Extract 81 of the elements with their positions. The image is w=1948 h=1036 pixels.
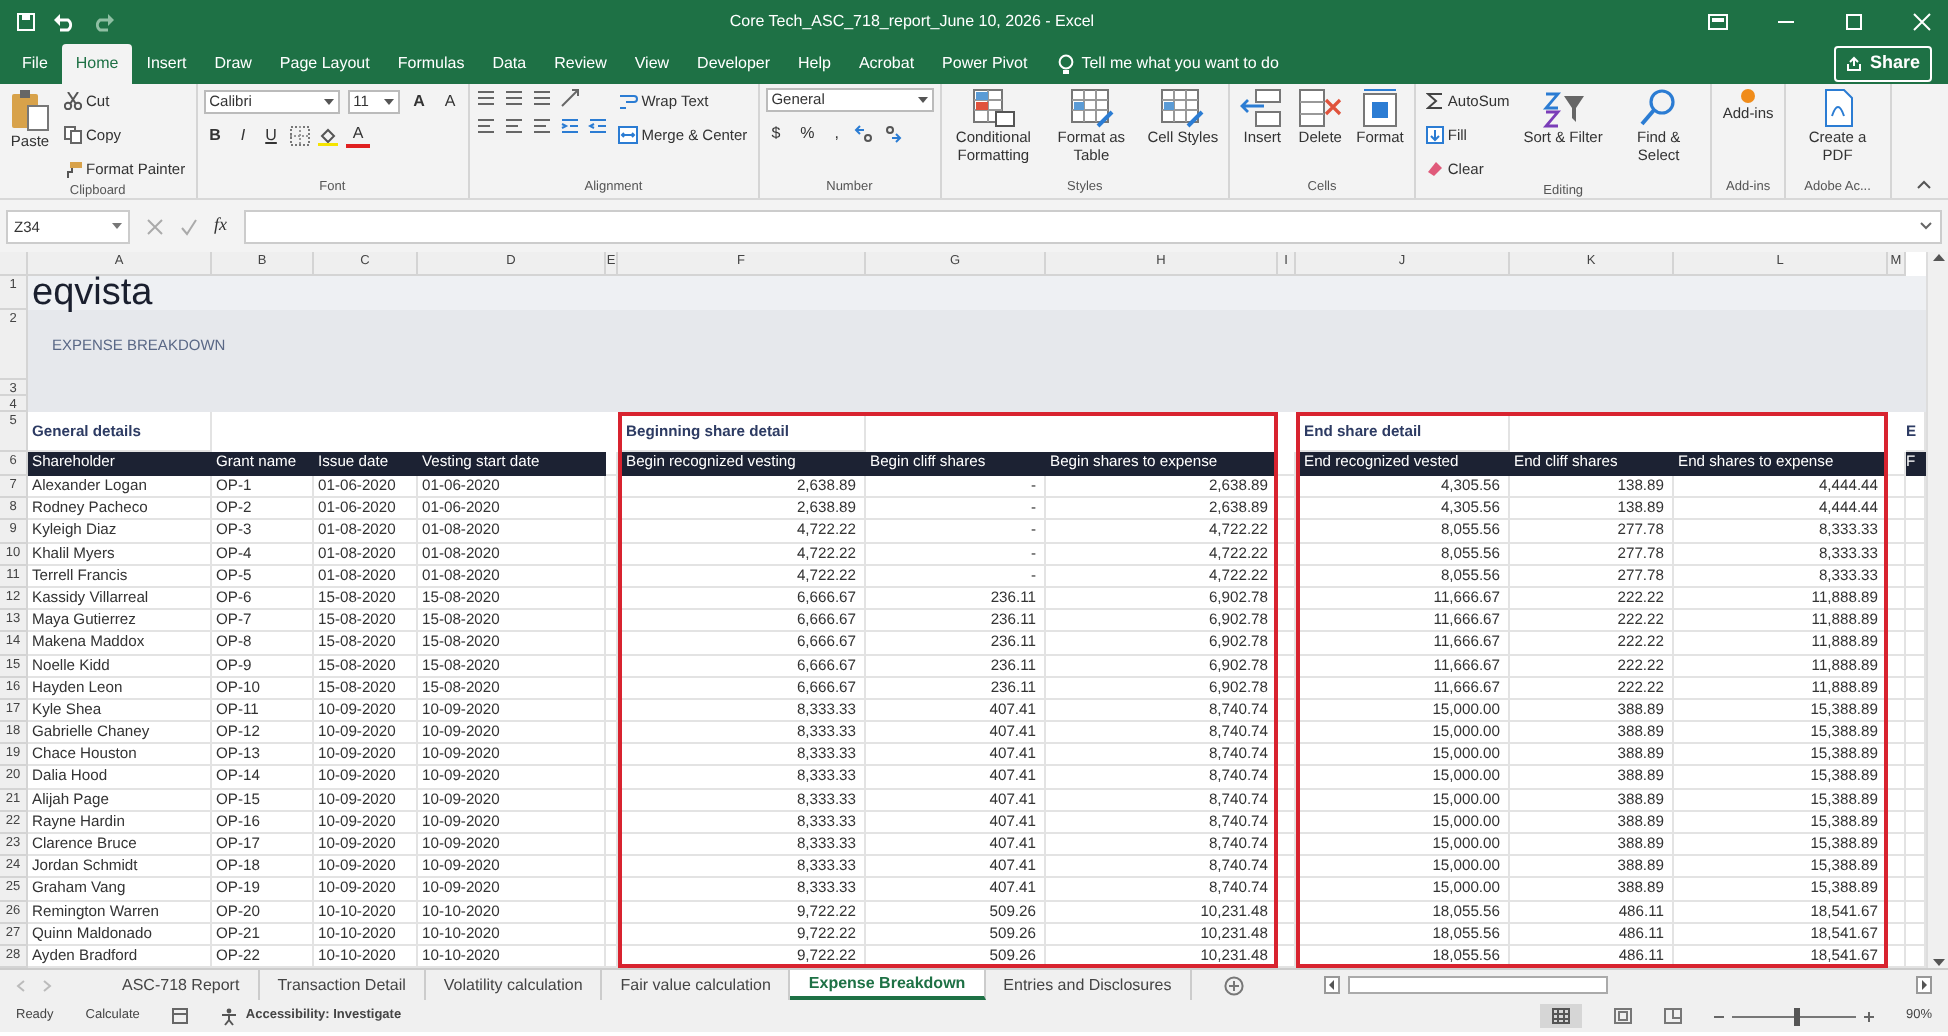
menu-tab[interactable]: Draw [200, 44, 266, 84]
sheet-tab[interactable]: Expense Breakdown [790, 970, 986, 1001]
align-icon[interactable] [503, 88, 524, 108]
insert-function-button[interactable]: fx [214, 212, 227, 240]
maximize-icon[interactable] [1844, 12, 1864, 32]
bold-button[interactable]: B [203, 122, 227, 148]
expand-icon[interactable] [1920, 222, 1932, 230]
zoom-in-icon[interactable] [1863, 1011, 1874, 1022]
menu-tab[interactable]: Data [478, 44, 541, 84]
check-icon[interactable] [180, 217, 198, 235]
dropdown-arrow-icon[interactable] [917, 96, 928, 104]
menu-tab[interactable]: Review [540, 44, 621, 84]
menu-tab[interactable]: View [620, 44, 684, 84]
normal-view-icon[interactable] [1551, 1008, 1570, 1025]
share-button[interactable]: Share [1833, 46, 1932, 82]
lightbulb-icon [1057, 53, 1074, 75]
indent-icon[interactable] [559, 116, 580, 136]
undo-icon[interactable] [52, 12, 76, 32]
menu-tab[interactable]: Insert [132, 44, 201, 84]
tell-me-field[interactable]: Tell me what you want to do [1081, 52, 1279, 76]
currency-button[interactable]: $ [765, 120, 787, 146]
decrease-decimal-icon[interactable] [881, 123, 901, 143]
underline-button[interactable]: U [259, 122, 283, 148]
increase-font-button[interactable]: A [407, 88, 431, 114]
vertical-scrollbar[interactable] [1926, 252, 1948, 969]
macro-icon[interactable] [171, 1008, 188, 1025]
redo-icon[interactable] [92, 12, 116, 32]
menu-tab[interactable]: Home [61, 44, 133, 84]
increase-decimal-icon[interactable] [853, 123, 873, 143]
sigma-icon [1425, 92, 1444, 110]
zoom-slider[interactable] [1793, 1007, 1800, 1026]
fill-down-icon [1425, 126, 1444, 144]
copy-icon [64, 126, 82, 144]
window-title: Core Tech_ASC_718_report_June 10, 2026 - Excel [729, 12, 1095, 30]
menu-tab[interactable]: Power Pivot [928, 44, 1042, 84]
scroll-right-icon[interactable] [1916, 976, 1932, 995]
menu-tab[interactable]: File [8, 44, 62, 84]
page-break-icon[interactable] [1663, 1008, 1682, 1025]
zoom-out-icon[interactable] [1713, 1011, 1724, 1022]
sort-filter-icon [1541, 88, 1586, 128]
align-icon[interactable] [475, 116, 496, 136]
dropdown-arrow-icon[interactable] [112, 222, 122, 230]
menu-tab[interactable]: Formulas [383, 44, 479, 84]
borders-icon[interactable] [290, 125, 311, 145]
brush-icon [64, 160, 82, 178]
decrease-font-button[interactable]: A [438, 88, 462, 114]
ribbon-display-icon[interactable] [1708, 14, 1728, 30]
align-icon[interactable] [503, 116, 524, 136]
font-color-button[interactable]: A [346, 122, 370, 148]
indent-icon[interactable] [587, 116, 608, 136]
save-icon[interactable] [16, 12, 36, 32]
align-icon[interactable] [531, 88, 552, 108]
dropdown-arrow-icon[interactable] [323, 97, 334, 105]
collapse-icon[interactable] [1916, 178, 1932, 190]
comma-button[interactable]: , [828, 120, 845, 146]
scroll-left-icon[interactable] [1323, 976, 1340, 995]
italic-button[interactable]: I [234, 122, 252, 148]
menu-tab[interactable]: Acrobat [844, 44, 929, 84]
align-icon[interactable] [475, 88, 496, 108]
dot-icon [1740, 88, 1757, 104]
share-icon [1845, 56, 1862, 72]
menu-tab[interactable]: Help [784, 44, 845, 84]
percent-button[interactable]: % [794, 120, 821, 146]
wrap-text-icon [617, 92, 638, 110]
accessibility-icon [219, 1007, 238, 1026]
text-angle-icon[interactable] [559, 88, 580, 108]
add-sheet-icon[interactable] [1223, 975, 1244, 996]
menu-tab[interactable]: Page Layout [265, 44, 384, 84]
eraser-icon [1425, 160, 1444, 178]
page-layout-icon[interactable] [1613, 1008, 1632, 1025]
fill-color-icon[interactable] [318, 125, 339, 145]
scrollbar-thumb[interactable] [1347, 976, 1608, 995]
dropdown-arrow-icon[interactable] [383, 97, 394, 105]
scissors-icon [64, 92, 82, 110]
formula-field[interactable] [243, 209, 1942, 243]
align-icon[interactable] [531, 116, 552, 136]
menu-tab[interactable]: Developer [683, 44, 785, 84]
search-icon [1636, 88, 1681, 128]
close-icon[interactable] [1912, 12, 1932, 32]
logo: eqvista [30, 276, 153, 310]
merge-icon [617, 126, 638, 144]
